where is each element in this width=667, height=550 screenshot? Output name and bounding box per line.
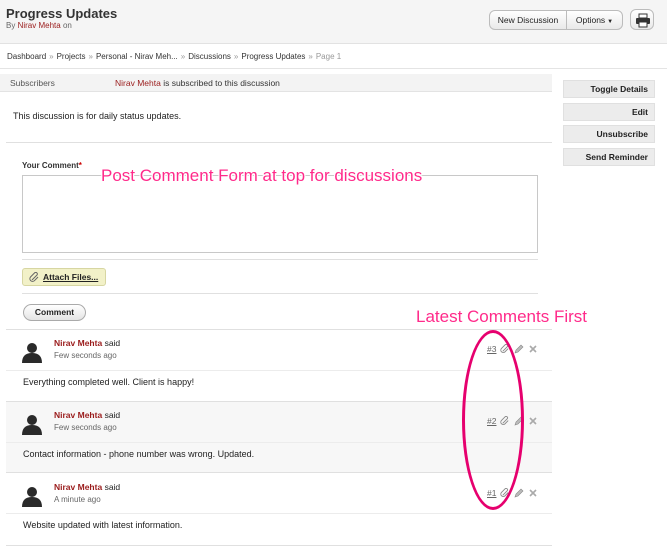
breadcrumb-progress-updates[interactable]: Progress Updates [241, 52, 305, 61]
comment-label-text: Your Comment [22, 161, 79, 170]
print-icon [636, 13, 650, 28]
breadcrumb-separator: » [180, 52, 186, 61]
new-discussion-button[interactable]: New Discussion [490, 11, 567, 29]
send-reminder-button[interactable]: Send Reminder [563, 147, 655, 166]
options-button[interactable]: Options ▼ [567, 11, 622, 29]
paperclip-icon [29, 272, 39, 282]
divider [6, 513, 552, 514]
divider [22, 293, 538, 294]
subscribers-label: Subscribers [10, 78, 55, 88]
divider [6, 142, 552, 143]
unsubscribe-button[interactable]: Unsubscribe [563, 125, 655, 143]
comment-author: Nirav Mehta said [54, 482, 120, 492]
edit-icon[interactable] [514, 344, 524, 354]
edit-button[interactable]: Edit [563, 102, 655, 121]
comment-label: Your Comment* [22, 161, 82, 170]
toggle-details-button[interactable]: Toggle Details [563, 80, 655, 98]
delete-icon[interactable] [528, 416, 538, 426]
author-name[interactable]: Nirav Mehta [54, 410, 102, 420]
comment-body: Contact information - phone number was w… [23, 449, 255, 459]
discussion-description: This discussion is for daily status upda… [13, 111, 182, 121]
comment-textarea[interactable] [22, 175, 538, 253]
delete-icon[interactable] [528, 488, 538, 498]
breadcrumb-separator: » [88, 52, 93, 61]
comment-entry: Nirav Mehta said A minute ago Website up… [6, 474, 552, 544]
required-mark: * [78, 161, 82, 170]
breadcrumb-separator: » [49, 52, 54, 61]
breadcrumb-project[interactable]: Personal - Nirav Meh... [96, 52, 178, 61]
subscribers-text: Nirav Mehta is subscribed to this discus… [115, 78, 280, 88]
comment-submit-button[interactable]: Comment [23, 304, 86, 321]
comment-time: Few seconds ago [54, 423, 117, 432]
page-header: Progress Updates By Nirav Mehta on New D… [0, 0, 667, 44]
divider [0, 68, 667, 69]
subscribers-bar: Subscribers Nirav Mehta is subscribed to… [0, 74, 552, 92]
annotation-order-note: Latest Comments First [416, 307, 587, 326]
delete-icon[interactable] [528, 344, 538, 354]
attach-files-button[interactable]: Attach Files... [22, 268, 106, 286]
said-label: said [104, 410, 121, 420]
divider [22, 259, 538, 260]
byline-suffix: on [62, 21, 72, 30]
divider [6, 545, 552, 546]
sidebar: Toggle Details Edit Unsubscribe Send Rem… [563, 80, 655, 170]
print-button[interactable] [630, 9, 654, 30]
byline-prefix: By [6, 21, 16, 30]
breadcrumb-dashboard[interactable]: Dashboard [7, 52, 46, 61]
breadcrumb-current: Page 1 [315, 52, 342, 61]
options-label: Options [575, 15, 606, 25]
comment-time: A minute ago [54, 495, 101, 504]
breadcrumb: Dashboard» Projects» Personal - Nirav Meh.… [7, 52, 341, 61]
author-name[interactable]: Nirav Mehta [54, 482, 102, 492]
attach-files-label: Attach Files... [43, 272, 99, 282]
comment-body: Website updated with latest information. [23, 520, 183, 530]
user-avatar-icon [22, 415, 42, 435]
author-name[interactable]: Nirav Mehta [54, 338, 102, 348]
breadcrumb-separator: » [233, 52, 239, 61]
page-title: Progress Updates [6, 6, 118, 21]
comment-author: Nirav Mehta said [54, 410, 120, 420]
subscriber-name[interactable]: Nirav Mehta [115, 78, 161, 88]
byline: By Nirav Mehta on [6, 21, 72, 30]
comment-body: Everything completed well. Client is hap… [23, 377, 195, 387]
annotation-form-note: Post Comment Form at top for discussions [101, 166, 423, 185]
said-label: said [104, 338, 121, 348]
header-button-group: New Discussion Options ▼ [489, 10, 623, 30]
user-avatar-icon [22, 487, 42, 507]
comment-time: Few seconds ago [54, 351, 117, 360]
said-label: said [104, 482, 121, 492]
caret-down-icon: ▼ [607, 19, 614, 25]
breadcrumb-separator: » [308, 52, 313, 61]
edit-icon[interactable] [514, 488, 524, 498]
byline-author[interactable]: Nirav Mehta [18, 21, 61, 30]
comment-author: Nirav Mehta said [54, 338, 120, 348]
subscriber-status: is subscribed to this discussion [163, 78, 280, 88]
highlight-oval [462, 330, 524, 510]
user-avatar-icon [22, 343, 42, 363]
breadcrumb-projects[interactable]: Projects [57, 52, 86, 61]
breadcrumb-discussions[interactable]: Discussions [188, 52, 231, 61]
